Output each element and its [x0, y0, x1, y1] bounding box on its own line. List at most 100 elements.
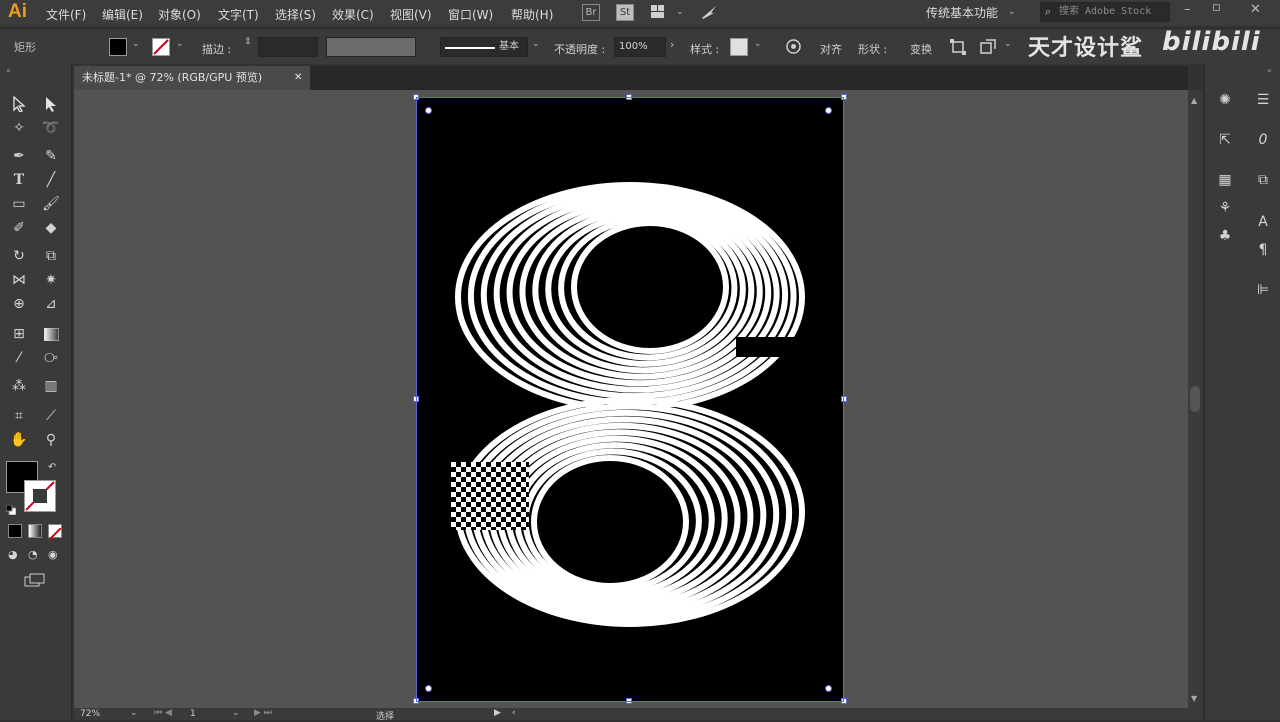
- transform-bounding-icon[interactable]: [950, 39, 966, 55]
- stroke-swatch[interactable]: [152, 38, 170, 56]
- artboard-number[interactable]: 1: [190, 709, 196, 719]
- next-artboard-icon[interactable]: ▶ ⏭: [254, 708, 272, 718]
- menu-view[interactable]: 视图(V): [390, 6, 432, 23]
- scroll-thumb[interactable]: [1190, 386, 1200, 412]
- graph-icon[interactable]: ▥: [40, 376, 62, 396]
- status-menu-icon[interactable]: ▶: [494, 708, 501, 718]
- maximize-icon[interactable]: ▫: [1212, 0, 1221, 15]
- corner-radius-widget[interactable]: [425, 685, 432, 692]
- selection-handle[interactable]: [413, 698, 419, 704]
- blend-icon[interactable]: ⧂: [40, 348, 62, 368]
- gradient-icon[interactable]: [40, 324, 62, 344]
- artboard-icon[interactable]: ⌗: [8, 406, 30, 426]
- color-mode-icon[interactable]: [8, 524, 22, 538]
- selection-handle[interactable]: [626, 698, 632, 704]
- selection-handle[interactable]: [841, 94, 847, 100]
- mesh-icon[interactable]: ⊞: [8, 324, 30, 344]
- export-panel-icon[interactable]: ⇱: [1215, 130, 1235, 150]
- chevron-down-icon[interactable]: ⌄: [754, 39, 762, 49]
- lasso-icon[interactable]: ➰: [40, 118, 62, 138]
- slice-icon[interactable]: ⟋: [40, 406, 62, 426]
- perspective-icon[interactable]: ⊿: [40, 294, 62, 314]
- scale-icon[interactable]: ⧉: [40, 246, 62, 266]
- variable-width-profile[interactable]: [326, 37, 416, 57]
- swatches-panel-icon[interactable]: ▦: [1215, 170, 1235, 190]
- type-icon[interactable]: T: [8, 170, 30, 190]
- swap-colors-icon[interactable]: ↶: [48, 462, 56, 473]
- first-artboard-icon[interactable]: ⏮ ◀: [154, 708, 172, 718]
- shape-builder-icon[interactable]: ⊕: [8, 294, 30, 314]
- symbol-sprayer-icon[interactable]: ⁂: [8, 376, 30, 396]
- close-window-icon[interactable]: ✕: [1250, 2, 1261, 17]
- graphic-style-swatch[interactable]: [730, 38, 748, 56]
- stroke-stepper-icon[interactable]: ⇕: [244, 37, 252, 47]
- rotate-icon[interactable]: ↻: [8, 246, 30, 266]
- menu-file[interactable]: 文件(F): [46, 6, 86, 23]
- brush-definition-field[interactable]: 基本: [440, 37, 528, 57]
- chevron-down-icon[interactable]: ⌄: [130, 708, 138, 718]
- artboard[interactable]: [416, 97, 844, 702]
- gradient-mode-icon[interactable]: [28, 524, 42, 538]
- menu-type[interactable]: 文字(T): [218, 6, 259, 23]
- scroll-down-icon[interactable]: ▼: [1191, 694, 1197, 703]
- minimize-icon[interactable]: –: [1184, 2, 1191, 17]
- default-colors-icon[interactable]: [5, 500, 17, 516]
- draw-normal-icon[interactable]: ◕: [8, 548, 18, 561]
- align-button[interactable]: 对齐: [820, 41, 842, 57]
- menu-window[interactable]: 窗口(W): [448, 6, 493, 23]
- menu-effect[interactable]: 效果(C): [332, 6, 374, 23]
- recolor-artwork-icon[interactable]: [786, 39, 801, 54]
- character-panel-icon[interactable]: A: [1253, 212, 1273, 232]
- fill-swatch[interactable]: [109, 38, 127, 56]
- scroll-up-icon[interactable]: ▲: [1191, 96, 1197, 105]
- menu-select[interactable]: 选择(S): [275, 6, 316, 23]
- chevron-down-icon[interactable]: ⌄: [532, 39, 540, 49]
- gpu-performance-icon[interactable]: [700, 3, 718, 21]
- vertical-scrollbar[interactable]: ▲ ▼: [1188, 90, 1202, 708]
- corner-radius-widget[interactable]: [825, 107, 832, 114]
- pen-icon[interactable]: ✒: [8, 146, 30, 166]
- striped-s-artwork[interactable]: [416, 97, 844, 702]
- menu-object[interactable]: 对象(O): [158, 6, 201, 23]
- paintbrush-icon[interactable]: 🖌: [40, 194, 62, 214]
- glyphs-panel-icon[interactable]: 0: [1253, 130, 1273, 150]
- menu-edit[interactable]: 编辑(E): [102, 6, 143, 23]
- eraser-icon[interactable]: ◆: [40, 218, 62, 238]
- selection-handle[interactable]: [413, 396, 419, 402]
- draw-inside-icon[interactable]: ◉: [48, 548, 58, 561]
- chevron-down-icon[interactable]: ⌄: [1008, 7, 1016, 17]
- isolate-group-icon[interactable]: [980, 39, 996, 55]
- stroke-color-box[interactable]: [24, 480, 56, 512]
- corner-radius-widget[interactable]: [425, 107, 432, 114]
- width-icon[interactable]: ⋈: [8, 270, 30, 290]
- bridge-icon[interactable]: Br: [582, 4, 600, 21]
- draw-behind-icon[interactable]: ◔: [28, 548, 38, 561]
- color-panel-icon[interactable]: ✺: [1215, 90, 1235, 110]
- menu-help[interactable]: 帮助(H): [511, 6, 553, 23]
- corner-radius-widget[interactable]: [825, 685, 832, 692]
- chevron-down-icon[interactable]: ⌄: [232, 708, 240, 718]
- selection-tool-icon[interactable]: [8, 94, 30, 114]
- workspace-switcher[interactable]: 传统基本功能: [926, 4, 998, 21]
- rectangle-icon[interactable]: ▭: [8, 194, 30, 214]
- properties-panel-icon[interactable]: ☰: [1253, 90, 1273, 110]
- align-panel-icon[interactable]: ⊫: [1253, 280, 1273, 300]
- magic-wand-icon[interactable]: ✧: [8, 118, 30, 138]
- puppet-warp-icon[interactable]: ✷: [40, 270, 62, 290]
- eyedropper-icon[interactable]: ⁄: [8, 348, 30, 368]
- stock-search-input[interactable]: 搜索 Adobe Stock: [1040, 2, 1170, 22]
- zoom-level[interactable]: 72%: [80, 709, 100, 719]
- selection-handle[interactable]: [841, 396, 847, 402]
- stroke-weight-field[interactable]: [258, 37, 318, 57]
- brushes-panel-icon[interactable]: ⚘: [1215, 198, 1235, 218]
- curvature-icon[interactable]: ✎: [40, 146, 62, 166]
- collapse-dock-icon[interactable]: «: [1267, 66, 1272, 75]
- paragraph-panel-icon[interactable]: ¶: [1253, 240, 1273, 260]
- collapse-panel-icon[interactable]: «: [6, 66, 11, 75]
- tab-document[interactable]: 未标题-1* @ 72% (RGB/GPU 预览) ✕: [74, 66, 310, 90]
- scroll-left-icon[interactable]: ‹: [512, 708, 516, 718]
- close-tab-icon[interactable]: ✕: [294, 66, 302, 90]
- chevron-down-icon[interactable]: ⌄: [132, 39, 140, 49]
- selection-handle[interactable]: [626, 94, 632, 100]
- opacity-field[interactable]: 100%: [614, 37, 666, 57]
